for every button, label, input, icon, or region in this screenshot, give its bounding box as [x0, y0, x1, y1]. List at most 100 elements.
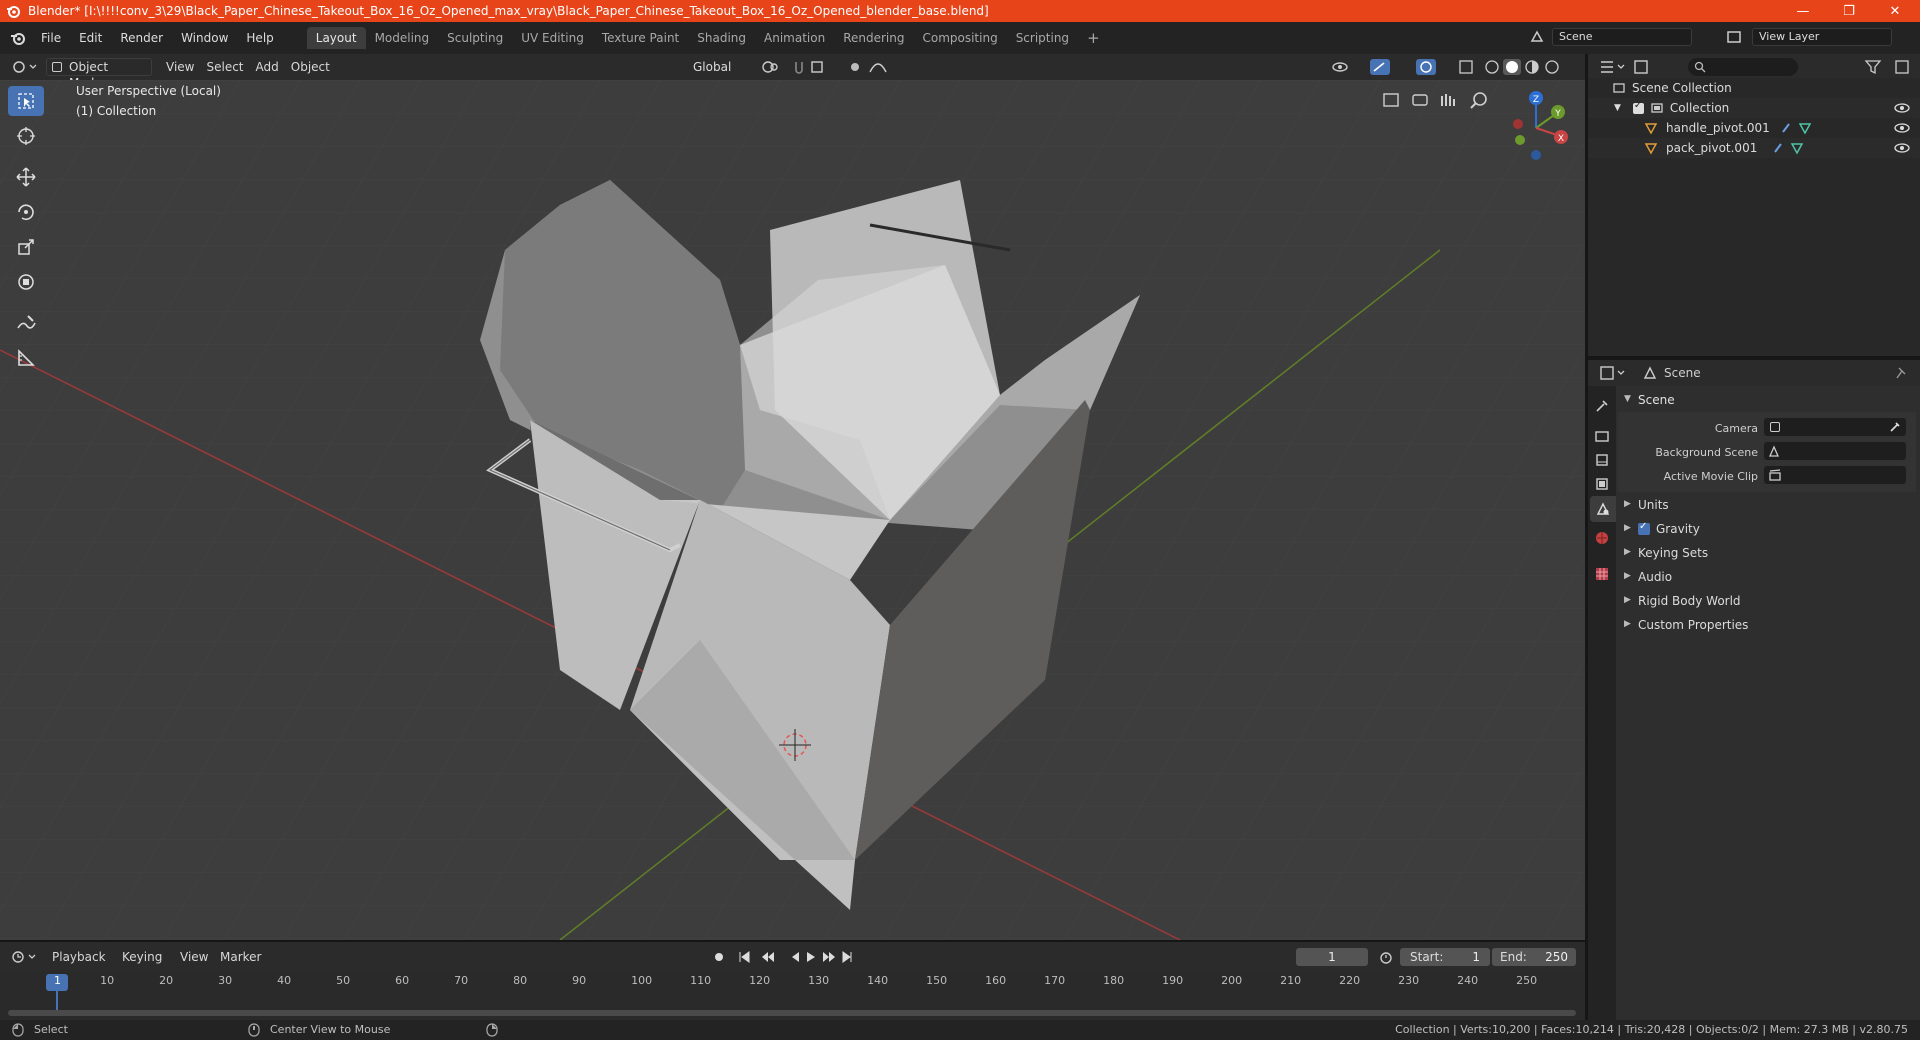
- outliner-row-handle-pivot[interactable]: handle_pivot.001: [1588, 118, 1920, 138]
- ruler-tick-label: 1: [54, 974, 61, 987]
- view-layer-icon[interactable]: [1725, 28, 1743, 46]
- transform-orientation-dropdown[interactable]: Global: [670, 58, 746, 76]
- scene-panel-header[interactable]: ▼ Scene: [1618, 390, 1916, 412]
- view-layer-field[interactable]: View Layer: [1752, 28, 1892, 46]
- eye-icon[interactable]: [1894, 122, 1910, 134]
- collection-checkbox[interactable]: ✓: [1632, 100, 1644, 114]
- world-tab-icon[interactable]: [1594, 530, 1610, 546]
- rigid-body-world-panel-header[interactable]: ▶ Rigid Body World: [1618, 590, 1916, 612]
- current-frame-field[interactable]: 1: [1296, 948, 1368, 966]
- measure-tool[interactable]: [8, 343, 44, 373]
- stopwatch-icon[interactable]: [1378, 949, 1394, 965]
- tab-scripting[interactable]: Scripting: [1007, 27, 1078, 49]
- view-layer-tab-icon[interactable]: [1594, 476, 1610, 492]
- outliner-editor-type-icon[interactable]: [1598, 58, 1626, 76]
- viewport-scene: [0, 80, 1585, 940]
- close-button[interactable]: ✕: [1872, 0, 1918, 22]
- annotate-tool[interactable]: [8, 308, 44, 338]
- transform-tool[interactable]: [8, 267, 44, 297]
- 3d-viewport[interactable]: User Perspective (Local) (1) Collection …: [0, 80, 1585, 940]
- viewport-shading-icons[interactable]: [1330, 58, 1580, 76]
- output-tab-icon[interactable]: [1594, 452, 1610, 468]
- menu-render[interactable]: Render: [111, 27, 172, 49]
- annotate-icon: [17, 315, 36, 329]
- menu-playback[interactable]: Playback: [46, 948, 112, 966]
- custom-properties-panel-header[interactable]: ▶ Custom Properties: [1618, 614, 1916, 636]
- menu-select[interactable]: Select: [200, 58, 249, 76]
- tab-layout[interactable]: Layout: [306, 27, 366, 49]
- tab-uv-editing[interactable]: UV Editing: [512, 27, 593, 49]
- eye-icon[interactable]: [1894, 102, 1910, 114]
- texture-tab-icon[interactable]: [1594, 566, 1610, 582]
- eye-icon[interactable]: [1894, 142, 1910, 154]
- pivot-snap-proportional-icons[interactable]: [760, 58, 940, 76]
- filter-icon[interactable]: [1864, 59, 1884, 75]
- display-mode-icon[interactable]: [1632, 58, 1660, 76]
- move-tool[interactable]: [8, 162, 44, 192]
- menu-file[interactable]: File: [32, 27, 70, 49]
- menu-edit[interactable]: Edit: [70, 27, 111, 49]
- window-title: Blender* [I:\!!!!conv_3\29\Black_Paper_C…: [28, 4, 989, 18]
- timeline-scrollbar[interactable]: [8, 1010, 1576, 1016]
- units-panel-header[interactable]: ▶ Units: [1618, 494, 1916, 516]
- editor-type-icon[interactable]: [10, 58, 38, 76]
- tab-sculpting[interactable]: Sculpting: [438, 27, 512, 49]
- cursor-tool[interactable]: [8, 121, 44, 151]
- tab-texture-paint[interactable]: Texture Paint: [593, 27, 688, 49]
- tab-animation[interactable]: Animation: [755, 27, 834, 49]
- menu-keying[interactable]: Keying: [116, 948, 168, 966]
- outliner-row-collection[interactable]: ▼ ✓ Collection: [1588, 98, 1920, 118]
- render-tab-icon[interactable]: [1594, 428, 1610, 444]
- minimize-button[interactable]: —: [1780, 0, 1826, 22]
- viewport-navigation-icons[interactable]: [1380, 88, 1500, 112]
- ruler-tick-label: 80: [513, 974, 528, 987]
- maximize-button[interactable]: ❐: [1826, 0, 1872, 22]
- menu-marker[interactable]: Marker: [214, 948, 267, 966]
- active-movie-clip-field[interactable]: [1764, 466, 1906, 484]
- outliner-row-pack-pivot[interactable]: pack_pivot.001: [1588, 138, 1920, 158]
- outliner-row-scene-collection[interactable]: Scene Collection: [1588, 78, 1920, 98]
- gravity-checkbox[interactable]: ✓: [1638, 521, 1650, 535]
- tool-tab-icon[interactable]: [1594, 398, 1610, 414]
- outliner-search-input[interactable]: [1688, 58, 1798, 76]
- gravity-panel-header[interactable]: ▶ ✓ Gravity: [1618, 518, 1916, 540]
- tab-shading[interactable]: Shading: [688, 27, 755, 49]
- keying-sets-panel-header[interactable]: ▶ Keying Sets: [1618, 542, 1916, 564]
- object-mode-dropdown[interactable]: Object Mode: [46, 58, 152, 90]
- menu-view[interactable]: View: [160, 58, 200, 76]
- tab-compositing[interactable]: Compositing: [913, 27, 1006, 49]
- eyedropper-icon[interactable]: [1888, 420, 1902, 434]
- scene-selector-icon[interactable]: [1528, 28, 1546, 46]
- blender-menu-icon[interactable]: [10, 30, 26, 46]
- playback-controls[interactable]: [710, 948, 856, 966]
- expand-arrow-icon[interactable]: ▼: [1614, 103, 1621, 113]
- new-collection-icon[interactable]: [1894, 59, 1912, 75]
- properties-editor-type-icon[interactable]: [1598, 364, 1626, 382]
- tab-rendering[interactable]: Rendering: [834, 27, 913, 49]
- ruler-tick-label: 170: [1044, 974, 1066, 987]
- timeline-editor-type-icon[interactable]: [10, 949, 38, 965]
- scene-field[interactable]: Scene: [1552, 28, 1692, 46]
- scene-tab[interactable]: [1590, 496, 1616, 522]
- start-frame-field[interactable]: Start: 1: [1400, 948, 1490, 966]
- movie-clip-icon: [1769, 469, 1781, 481]
- select-box-tool[interactable]: [8, 86, 44, 116]
- audio-panel-header[interactable]: ▶ Audio: [1618, 566, 1916, 588]
- camera-field[interactable]: [1764, 418, 1906, 436]
- add-workspace-button[interactable]: +: [1078, 27, 1109, 49]
- timeline-ruler[interactable]: 1 10 20 30 40 50 60 70 80 90 100 110 120 130 140 150 160…: [0, 972, 1585, 1020]
- menu-object[interactable]: Object: [285, 58, 336, 76]
- menu-add[interactable]: Add: [250, 58, 285, 76]
- background-scene-field[interactable]: [1764, 442, 1906, 460]
- pin-icon[interactable]: [1894, 365, 1910, 381]
- navigation-gizmo[interactable]: Z Y X: [1500, 88, 1580, 168]
- menu-help[interactable]: Help: [237, 27, 282, 49]
- menu-window[interactable]: Window: [172, 27, 237, 49]
- menu-timeline-view[interactable]: View: [174, 948, 214, 966]
- rotate-tool[interactable]: [8, 197, 44, 227]
- scale-tool[interactable]: [8, 232, 44, 262]
- gizmo-y-label: Y: [1554, 109, 1561, 119]
- ruler-tick-label: 10: [100, 974, 115, 987]
- tab-modeling[interactable]: Modeling: [366, 27, 439, 49]
- end-frame-field[interactable]: End: 250: [1492, 948, 1576, 966]
